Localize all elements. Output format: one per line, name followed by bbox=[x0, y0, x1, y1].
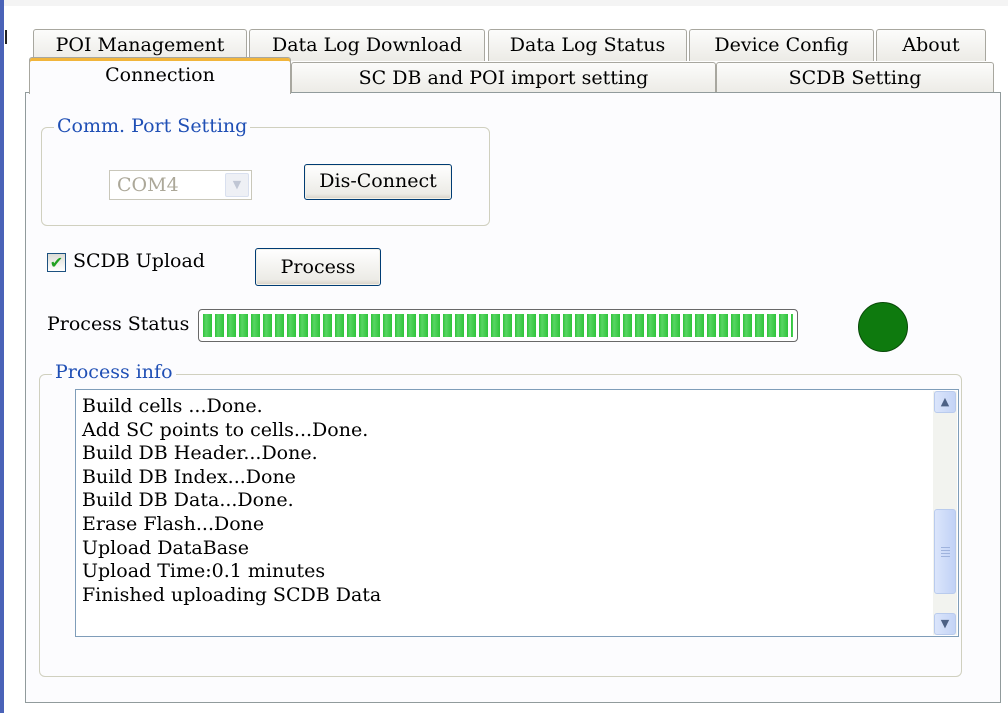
log-line: Build cells ...Done. bbox=[82, 395, 263, 417]
dis-connect-button[interactable]: Dis-Connect bbox=[304, 164, 452, 200]
tab-data-log-status[interactable]: Data Log Status bbox=[488, 29, 687, 61]
connection-panel: Comm. Port Setting COM4 ▼ Dis-Connect ✔ … bbox=[25, 92, 1001, 703]
tab-scdb-setting[interactable]: SCDB Setting bbox=[716, 62, 994, 93]
log-line: Upload Time:0.1 minutes bbox=[82, 560, 326, 583]
status-indicator-led bbox=[858, 302, 908, 352]
window-left-border bbox=[0, 0, 4, 713]
grip-line bbox=[941, 550, 950, 551]
log-line: Build DB Header...Done. bbox=[82, 442, 318, 465]
log-line: Finished uploading SCDB Data bbox=[82, 583, 382, 606]
process-info-legend: Process info bbox=[52, 361, 176, 383]
window-top-edge bbox=[4, 0, 1008, 6]
tab-connection[interactable]: Connection bbox=[29, 57, 291, 94]
grip-line bbox=[941, 556, 950, 557]
tab-device-config[interactable]: Device Config bbox=[689, 29, 874, 61]
scrollbar-thumb[interactable] bbox=[934, 509, 956, 594]
process-button[interactable]: Process bbox=[255, 248, 381, 286]
log-line: Build DB Data...Done. bbox=[82, 489, 294, 512]
log-line: Upload DataBase bbox=[82, 536, 250, 559]
check-icon: ✔ bbox=[49, 253, 64, 272]
chevron-down-icon[interactable]: ▼ bbox=[225, 173, 249, 197]
process-status-label: Process Status bbox=[47, 313, 190, 335]
chevron-down-icon[interactable]: ▼ bbox=[934, 613, 956, 635]
process-info-log[interactable]: Build cells ...Done. Add SC points to ce… bbox=[75, 389, 959, 637]
scdb-upload-label: SCDB Upload bbox=[73, 250, 205, 272]
log-scrollbar[interactable]: ▲ ▼ bbox=[933, 391, 957, 635]
grip-line bbox=[941, 547, 950, 548]
tab-about[interactable]: About bbox=[876, 29, 986, 61]
window-corner-mark bbox=[5, 30, 7, 44]
tab-sc-db-poi-import[interactable]: SC DB and POI import setting bbox=[291, 62, 716, 93]
log-line: Build DB Index...Done bbox=[82, 465, 296, 488]
comm-port-select[interactable]: COM4 ▼ bbox=[109, 170, 252, 200]
progress-fill bbox=[203, 314, 793, 337]
chevron-up-icon[interactable]: ▲ bbox=[934, 391, 956, 413]
grip-line bbox=[941, 553, 950, 554]
comm-port-legend: Comm. Port Setting bbox=[54, 115, 251, 137]
process-status-progress-bar bbox=[198, 309, 798, 342]
comm-port-value: COM4 bbox=[117, 174, 179, 196]
log-lines: Build cells ...Done. Add SC points to ce… bbox=[82, 395, 381, 607]
scdb-upload-checkbox[interactable]: ✔ bbox=[47, 253, 66, 272]
log-line: Erase Flash...Done bbox=[82, 512, 265, 535]
log-line: Add SC points to cells...Done. bbox=[82, 418, 369, 441]
